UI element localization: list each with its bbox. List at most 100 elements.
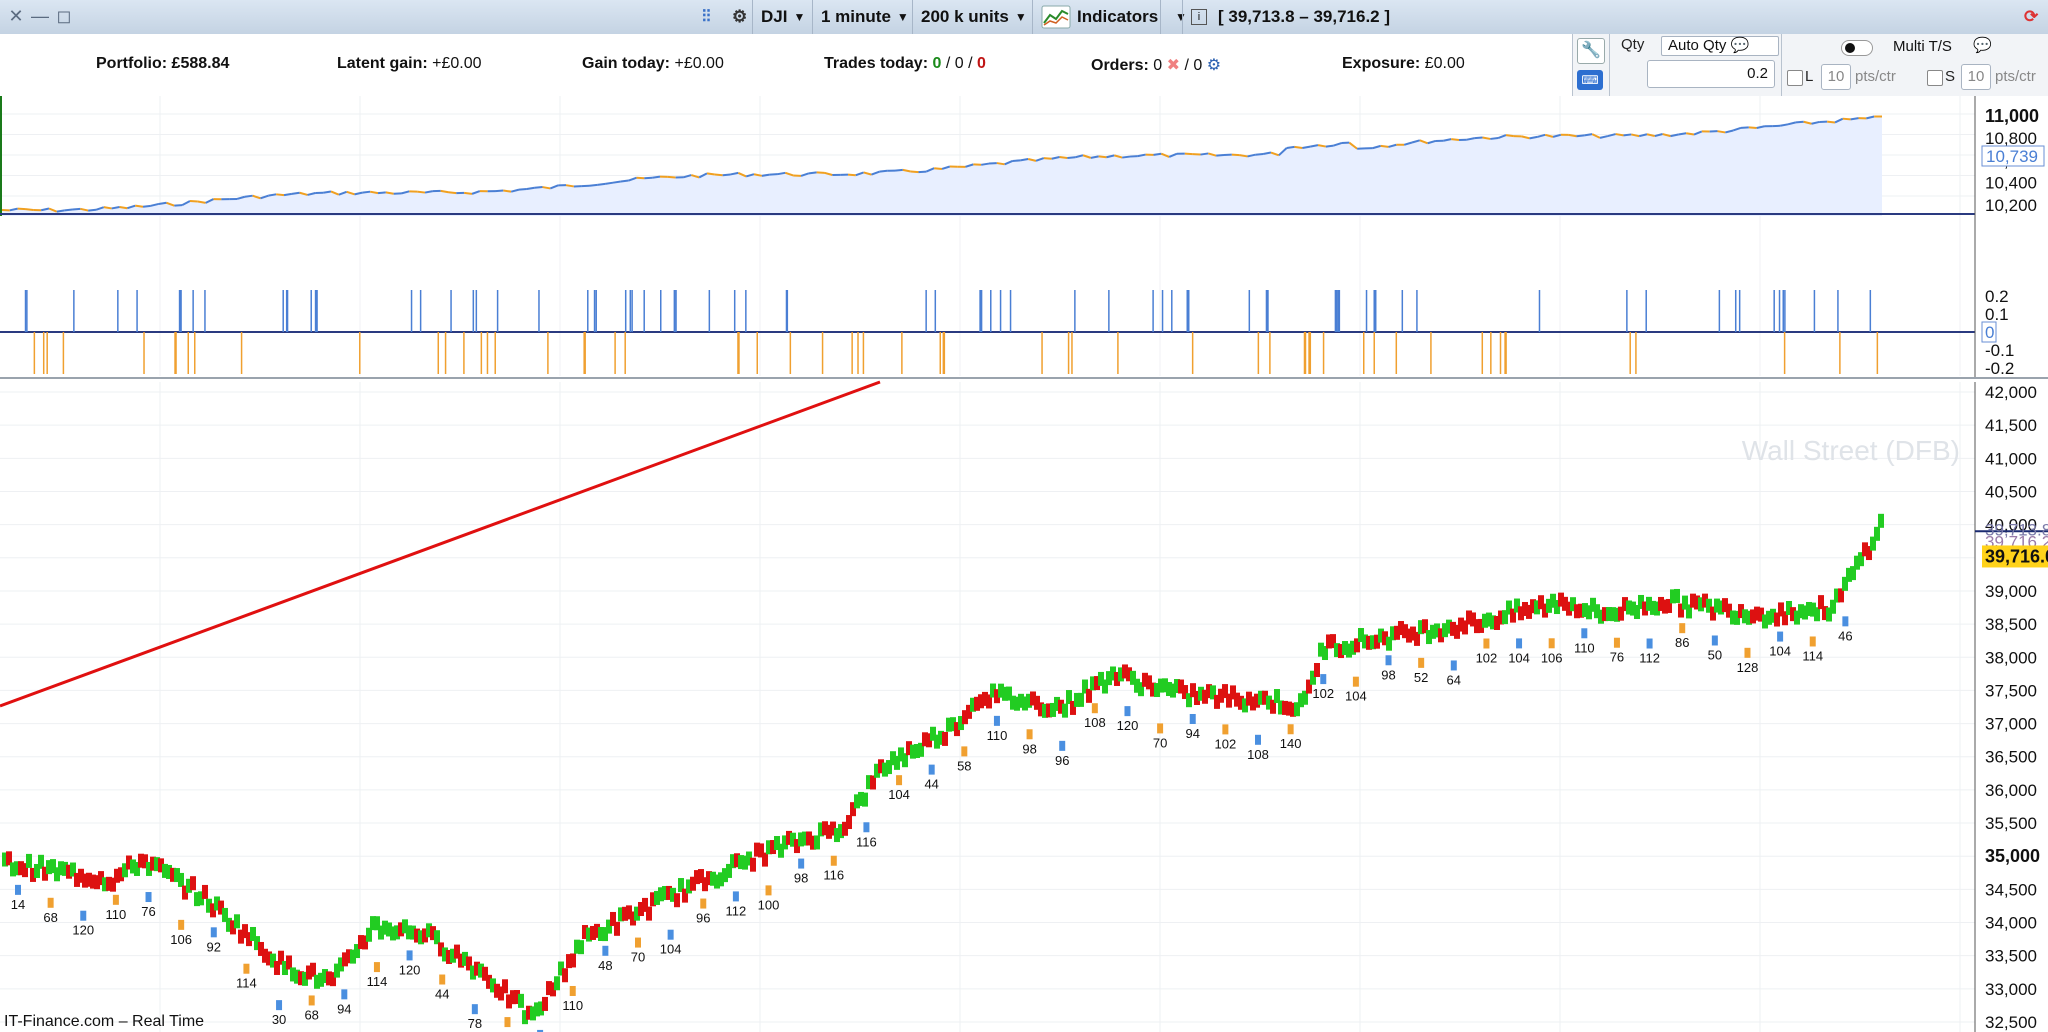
short-distance-input[interactable]: 10 [1961,64,1991,90]
trade-label: 70 [1153,735,1167,750]
short-checkbox[interactable] [1927,70,1943,86]
trades-separator: / [941,55,955,72]
equity-segment [448,191,457,195]
equity-segment [1686,132,1695,136]
cancel-orders-icon[interactable]: ✖ [1167,57,1180,74]
equity-segment [1122,155,1131,159]
chart-type-icon[interactable]: ⫶⫶ [702,0,711,34]
buy-arrow [1255,734,1261,745]
trade-label: 48 [598,958,612,973]
indicators-button[interactable]: Indicators [1032,0,1158,34]
trades-today-label: Trades today: [824,55,929,72]
price-y-tick: 41,500 [1985,416,2037,435]
top-toolbar: ✕ — ◻ ⫶⫶ ⚙ DJI ▼ 1 minute ▼ 200 k units ▼ I… [0,0,2048,35]
multi-ts-toggle[interactable] [1841,40,1873,56]
indicators-label: Indicators [1077,7,1159,26]
equity-segment [283,192,292,197]
candle-down [286,955,292,970]
equity-segment [1482,136,1491,140]
price-y-tick: 36,000 [1985,781,2037,800]
info-button[interactable]: i [1182,0,1207,34]
trade-label: 110 [106,907,127,922]
indicators-icon [1041,5,1071,29]
wrench-icon[interactable]: 🔧 [1577,38,1605,64]
orders-label: Orders: [1091,57,1149,74]
sell-arrow [373,962,380,973]
buy-arrow [928,764,935,775]
equity-segment [518,188,527,191]
keyboard-icon[interactable]: ⌨ [1577,70,1603,90]
latent-gain-stat: Latent gain: +£0.00 [337,55,482,73]
trade-label: 116 [823,868,844,883]
short-label: S [1945,68,1956,85]
equity-curve-panel: 11,00010,80010,60010,40010,20010,00010,7… [0,96,2048,237]
trade-label: 140 [1280,736,1302,751]
symbol-select[interactable]: DJI ▼ [752,0,805,34]
equity-segment [589,183,598,187]
minimize-icon[interactable]: — [30,6,50,26]
equity-segment [1286,145,1295,149]
equity-segment [135,204,144,208]
maximize-icon[interactable]: ◻ [54,6,74,26]
close-icon[interactable]: ✕ [6,6,26,26]
trade-label: 104 [1769,644,1791,659]
chat-bubble-icon: 💬 [1973,37,1992,54]
trade-label: 58 [957,758,971,773]
sell-arrow [1157,723,1164,734]
units-label: 200 k units [921,7,1009,26]
equity-segment [142,204,151,208]
trade-label: 30 [272,1012,286,1027]
candle-down [1314,663,1320,678]
buy-arrow [667,929,674,940]
trade-label: 92 [207,939,221,954]
auto-qty-button[interactable]: Auto Qty 💬 [1661,36,1779,56]
equity-segment [1678,132,1687,136]
equity-segment [636,176,645,180]
equity-segment [534,186,543,189]
chart-area[interactable]: 11,00010,80010,60010,40010,20010,00010,7… [0,96,2048,1032]
buy-arrow [993,715,1000,726]
equity-segment [1098,155,1107,159]
signal-y-tick: -0.1 [1985,341,2014,360]
orders-stat: Orders: 0 ✖ / 0 ⚙ [1091,55,1221,75]
chart-canvas[interactable]: 11,00010,80010,60010,40010,20010,00010,7… [0,96,2048,1032]
price-watermark: Wall Street (DFB) [1742,435,1960,466]
equity-segment [64,208,73,212]
symbol-label: DJI [761,7,788,26]
equity-segment [103,206,112,210]
trades-lost-count: 0 [976,55,986,72]
candle-up [578,940,584,955]
trade-label: 112 [726,903,747,918]
qty-input[interactable]: 0.2 [1647,60,1775,88]
candle-down [1086,688,1092,703]
long-pts-label: pts/ctr [1855,68,1896,85]
price-y-tick: 33,000 [1985,980,2037,999]
equity-segment [1451,138,1460,142]
equity-current-value: 10,739 [1986,147,2038,166]
orders-settings-icon[interactable]: ⚙ [1207,57,1221,74]
trade-label: 98 [1381,667,1395,682]
trade-label: 68 [304,1007,318,1022]
long-checkbox[interactable] [1787,70,1803,86]
candle-down [542,996,548,1011]
exposure-value: £0.00 [1424,55,1465,72]
buy-arrow [1711,635,1718,646]
buy-arrow [1059,740,1066,751]
price-chart-panel: Wall Street (DFB) 14 68 120 110 76 106 92 114 30 6… [0,380,2048,1032]
sell-arrow [1483,638,1490,649]
trade-label: 120 [399,962,421,977]
chevron-down-icon: ▼ [1014,10,1027,24]
candle-down [310,962,316,977]
sell-arrow [1091,703,1098,714]
multi-ts-label: Multi T/S [1893,38,1952,55]
long-distance-input[interactable]: 10 [1821,64,1851,90]
equity-segment [565,184,574,188]
settings-toggle-icon[interactable]: ⚙ [732,0,747,34]
equity-segment [88,208,97,212]
timeframe-select[interactable]: 1 minute ▼ [812,0,909,34]
buy-arrow [80,910,87,921]
buy-arrow [863,822,870,833]
units-select[interactable]: 200 k units ▼ [912,0,1027,34]
refresh-icon[interactable]: ⟳ [2024,0,2038,34]
equity-segment [894,168,903,172]
